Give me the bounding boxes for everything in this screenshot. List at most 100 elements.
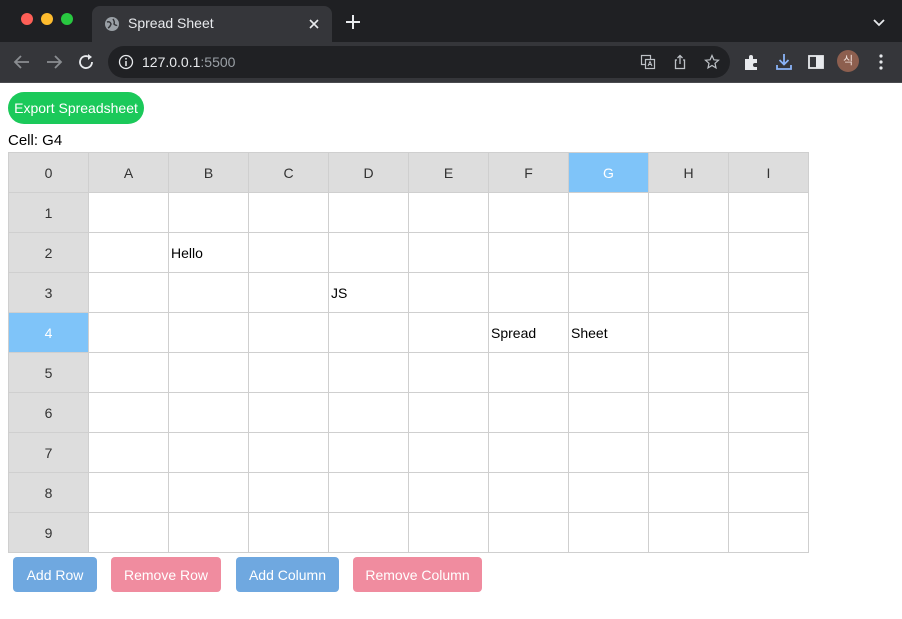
cell-g1[interactable]	[568, 192, 649, 233]
back-arrow-icon[interactable]	[12, 52, 32, 72]
translate-icon[interactable]	[640, 54, 656, 70]
cell-a7[interactable]	[88, 432, 169, 473]
cell-a8[interactable]	[88, 472, 169, 513]
cell-g9[interactable]	[568, 512, 649, 553]
cell-i6[interactable]	[728, 392, 809, 433]
cell-b5[interactable]	[168, 352, 249, 393]
cell-h6[interactable]	[648, 392, 729, 433]
column-header-d[interactable]: D	[328, 152, 409, 193]
column-header-h[interactable]: H	[648, 152, 729, 193]
cell-h5[interactable]	[648, 352, 729, 393]
column-header-f[interactable]: F	[488, 152, 569, 193]
cell-g2[interactable]	[568, 232, 649, 273]
cell-f2[interactable]	[488, 232, 569, 273]
cell-e2[interactable]	[408, 232, 489, 273]
new-tab-icon[interactable]	[344, 13, 362, 31]
add-column-button[interactable]: Add Column	[236, 557, 339, 592]
cell-e3[interactable]	[408, 272, 489, 313]
cell-i5[interactable]	[728, 352, 809, 393]
row-header-6[interactable]: 6	[8, 392, 89, 433]
cell-f8[interactable]	[488, 472, 569, 513]
cell-d1[interactable]	[328, 192, 409, 233]
cell-d2[interactable]	[328, 232, 409, 273]
download-icon[interactable]	[774, 52, 794, 72]
cell-b7[interactable]	[168, 432, 249, 473]
profile-avatar[interactable]: 식	[837, 50, 859, 72]
cell-h2[interactable]	[648, 232, 729, 273]
cell-f1[interactable]	[488, 192, 569, 233]
cell-a1[interactable]	[88, 192, 169, 233]
row-header-3[interactable]: 3	[8, 272, 89, 313]
row-header-5[interactable]: 5	[8, 352, 89, 393]
cell-c2[interactable]	[248, 232, 329, 273]
cell-a5[interactable]	[88, 352, 169, 393]
row-header-1[interactable]: 1	[8, 192, 89, 233]
cell-a9[interactable]	[88, 512, 169, 553]
cell-i8[interactable]	[728, 472, 809, 513]
cell-i3[interactable]	[728, 272, 809, 313]
cell-g4[interactable]: Sheet	[568, 312, 649, 353]
cell-d8[interactable]	[328, 472, 409, 513]
cell-c4[interactable]	[248, 312, 329, 353]
cell-c6[interactable]	[248, 392, 329, 433]
row-header-8[interactable]: 8	[8, 472, 89, 513]
share-icon[interactable]	[672, 54, 688, 70]
column-header-g[interactable]: G	[568, 152, 649, 193]
column-header-c[interactable]: C	[248, 152, 329, 193]
cell-h8[interactable]	[648, 472, 729, 513]
cell-d5[interactable]	[328, 352, 409, 393]
cell-g7[interactable]	[568, 432, 649, 473]
row-header-7[interactable]: 7	[8, 432, 89, 473]
cell-e7[interactable]	[408, 432, 489, 473]
cell-f7[interactable]	[488, 432, 569, 473]
cell-d4[interactable]	[328, 312, 409, 353]
cell-e9[interactable]	[408, 512, 489, 553]
column-header-e[interactable]: E	[408, 152, 489, 193]
remove-column-button[interactable]: Remove Column	[353, 557, 482, 592]
cell-b2[interactable]: Hello	[168, 232, 249, 273]
cell-c3[interactable]	[248, 272, 329, 313]
cell-f9[interactable]	[488, 512, 569, 553]
column-header-a[interactable]: A	[88, 152, 169, 193]
maximize-window-button[interactable]	[61, 13, 73, 25]
kebab-menu-icon[interactable]	[871, 52, 891, 72]
cell-f3[interactable]	[488, 272, 569, 313]
reload-icon[interactable]	[76, 52, 96, 72]
cell-e1[interactable]	[408, 192, 489, 233]
cell-d9[interactable]	[328, 512, 409, 553]
cell-h1[interactable]	[648, 192, 729, 233]
remove-row-button[interactable]: Remove Row	[111, 557, 221, 592]
cell-h7[interactable]	[648, 432, 729, 473]
cell-e5[interactable]	[408, 352, 489, 393]
cell-b1[interactable]	[168, 192, 249, 233]
puzzle-icon[interactable]	[742, 52, 762, 72]
cell-b4[interactable]	[168, 312, 249, 353]
cell-b9[interactable]	[168, 512, 249, 553]
cell-i4[interactable]	[728, 312, 809, 353]
cell-e4[interactable]	[408, 312, 489, 353]
cell-d3[interactable]: JS	[328, 272, 409, 313]
cell-a4[interactable]	[88, 312, 169, 353]
column-header-b[interactable]: B	[168, 152, 249, 193]
minimize-window-button[interactable]	[41, 13, 53, 25]
close-icon[interactable]	[306, 16, 322, 32]
add-row-button[interactable]: Add Row	[13, 557, 97, 592]
url-text[interactable]: 127.0.0.1:5500	[142, 54, 235, 70]
cell-c8[interactable]	[248, 472, 329, 513]
cell-i9[interactable]	[728, 512, 809, 553]
browser-tab[interactable]: Spread Sheet	[92, 6, 332, 42]
cell-h9[interactable]	[648, 512, 729, 553]
cell-h3[interactable]	[648, 272, 729, 313]
cell-c1[interactable]	[248, 192, 329, 233]
chevron-down-icon[interactable]	[871, 14, 887, 30]
cell-a2[interactable]	[88, 232, 169, 273]
row-header-4[interactable]: 4	[8, 312, 89, 353]
cell-b8[interactable]	[168, 472, 249, 513]
cell-i2[interactable]	[728, 232, 809, 273]
cell-c9[interactable]	[248, 512, 329, 553]
cell-b6[interactable]	[168, 392, 249, 433]
cell-b3[interactable]	[168, 272, 249, 313]
column-header-i[interactable]: I	[728, 152, 809, 193]
cell-a3[interactable]	[88, 272, 169, 313]
forward-arrow-icon[interactable]	[44, 52, 64, 72]
